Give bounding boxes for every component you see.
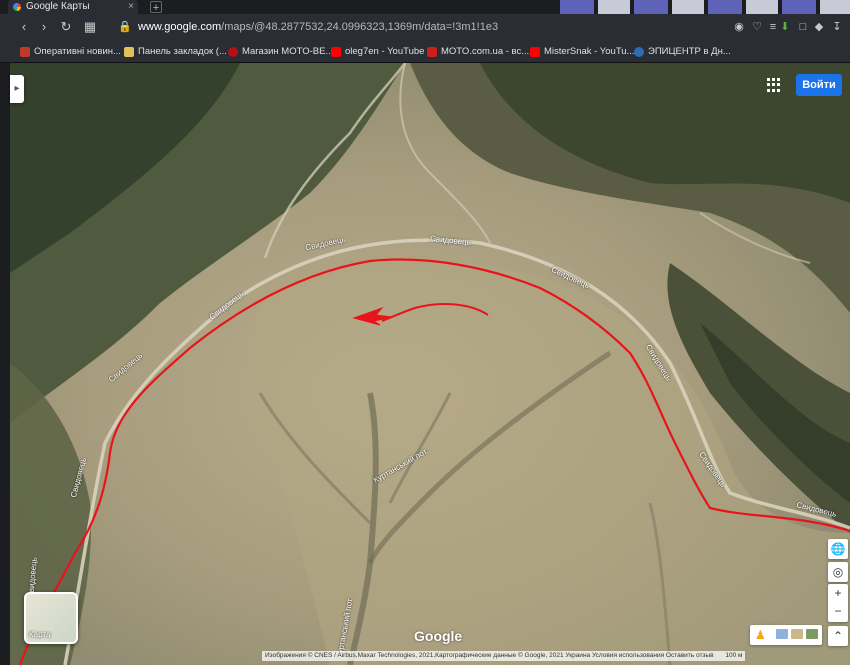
tab-bar: Google Карты × +	[0, 0, 850, 14]
my-location-icon[interactable]: ◎	[828, 562, 848, 582]
grid-icon[interactable]: ▦	[82, 19, 98, 35]
cube-icon[interactable]: □	[796, 20, 810, 34]
bookmark-item[interactable]: oleg7en - YouTube	[331, 45, 424, 59]
google-logo: Google	[414, 628, 463, 644]
youtube-icon	[331, 47, 341, 57]
shop-icon	[228, 47, 238, 57]
reload-icon[interactable]: ↻	[58, 19, 74, 35]
zoom-controls: + −	[828, 584, 848, 622]
lock-icon: 🔒	[118, 21, 132, 33]
bookmark-item[interactable]: Панель закладок (...	[124, 45, 227, 59]
bookmark-item[interactable]: MisterSnak - YouTu...	[530, 45, 634, 59]
google-apps-icon[interactable]	[767, 78, 781, 92]
extension-icon[interactable]: ◆	[812, 20, 826, 34]
folder-icon	[124, 47, 134, 57]
back-icon[interactable]: ‹	[16, 19, 32, 35]
attribution-bar: Изображения © CNES / Airbus,Maxar Techno…	[262, 651, 746, 661]
epicentr-icon	[634, 47, 644, 57]
forward-icon[interactable]: ›	[36, 19, 52, 35]
bookmark-item[interactable]: Магазин MOTO-BE...	[228, 45, 333, 59]
camera-icon[interactable]: ◉	[732, 20, 746, 34]
tab-google-maps[interactable]: Google Карты ×	[8, 0, 138, 14]
new-tab-button[interactable]: +	[150, 1, 162, 14]
layer-label: Карта	[29, 630, 51, 639]
scale-label: 100 м	[725, 652, 743, 659]
download-extension-icon[interactable]: ⬇	[778, 20, 792, 34]
address-bar[interactable]: 🔒 www.google.com/maps/@48.2877532,24.099…	[112, 18, 722, 38]
preview-thumbnail[interactable]	[776, 629, 788, 639]
satellite-map[interactable]: Свидовець Свидовець Свидовець Свидовець …	[10, 63, 850, 665]
close-tab-icon[interactable]: ×	[128, 0, 134, 14]
window-decoration	[560, 0, 850, 14]
youtube-icon	[530, 47, 540, 57]
expand-icon[interactable]: ⌃	[828, 626, 848, 646]
heart-icon[interactable]: ♡	[750, 20, 764, 34]
browser-toolbar: ‹ › ↻ ▦ 🔒 www.google.com/maps/@48.287753…	[0, 14, 850, 42]
news-icon	[20, 47, 30, 57]
collapse-panel-button[interactable]: ▸	[10, 75, 24, 103]
bookmark-item[interactable]: MOTO.com.ua - вс...	[427, 45, 529, 59]
google-maps-icon	[13, 3, 21, 11]
attribution-text: Изображения © CNES / Airbus,Maxar Techno…	[265, 652, 714, 659]
downloads-icon[interactable]: ↧	[830, 20, 844, 34]
preview-thumbnail[interactable]	[806, 629, 818, 639]
zoom-out-button[interactable]: −	[828, 602, 848, 620]
bookmark-item[interactable]: ЭПИЦЕНТР в Дн...	[634, 45, 731, 59]
sign-in-button[interactable]: Войти	[796, 74, 842, 96]
moto-icon	[427, 47, 437, 57]
map-layer-toggle[interactable]: Карта	[24, 592, 78, 644]
left-side-strip	[0, 63, 10, 665]
zoom-in-button[interactable]: +	[828, 584, 848, 602]
preview-thumbnail[interactable]	[791, 629, 803, 639]
url-text: www.google.com/maps/@48.2877532,24.09963…	[138, 21, 499, 33]
bookmarks-bar: Оперативні новин... Панель закладок (...…	[0, 42, 850, 63]
layer-preview-strip: ♟	[750, 625, 822, 645]
pegman-icon[interactable]: ♟	[755, 628, 766, 642]
tab-title: Google Карты	[26, 1, 90, 12]
bookmark-item[interactable]: Оперативні новин...	[20, 45, 121, 59]
globe-icon[interactable]: 🌐	[828, 539, 848, 559]
